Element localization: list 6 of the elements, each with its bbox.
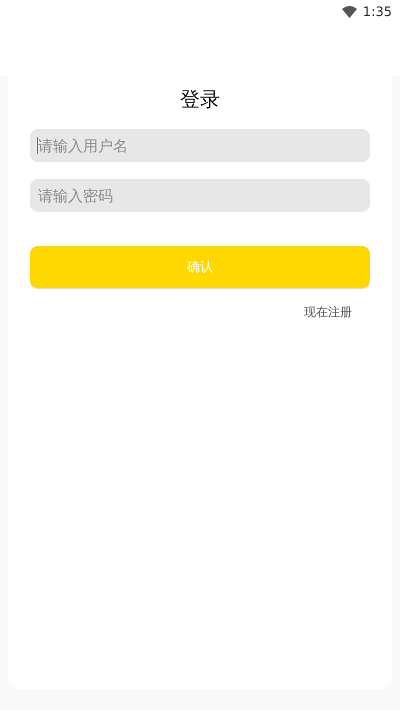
status-time: 1:35 — [362, 4, 392, 20]
page-title: 登录 — [179, 86, 221, 112]
input-field[interactable]: 请输入用户名 — [30, 129, 370, 162]
wifi-icon — [342, 6, 357, 18]
register-link[interactable]: 现在注册 — [304, 304, 352, 321]
input-field[interactable]: 请输入密码 — [30, 179, 370, 212]
